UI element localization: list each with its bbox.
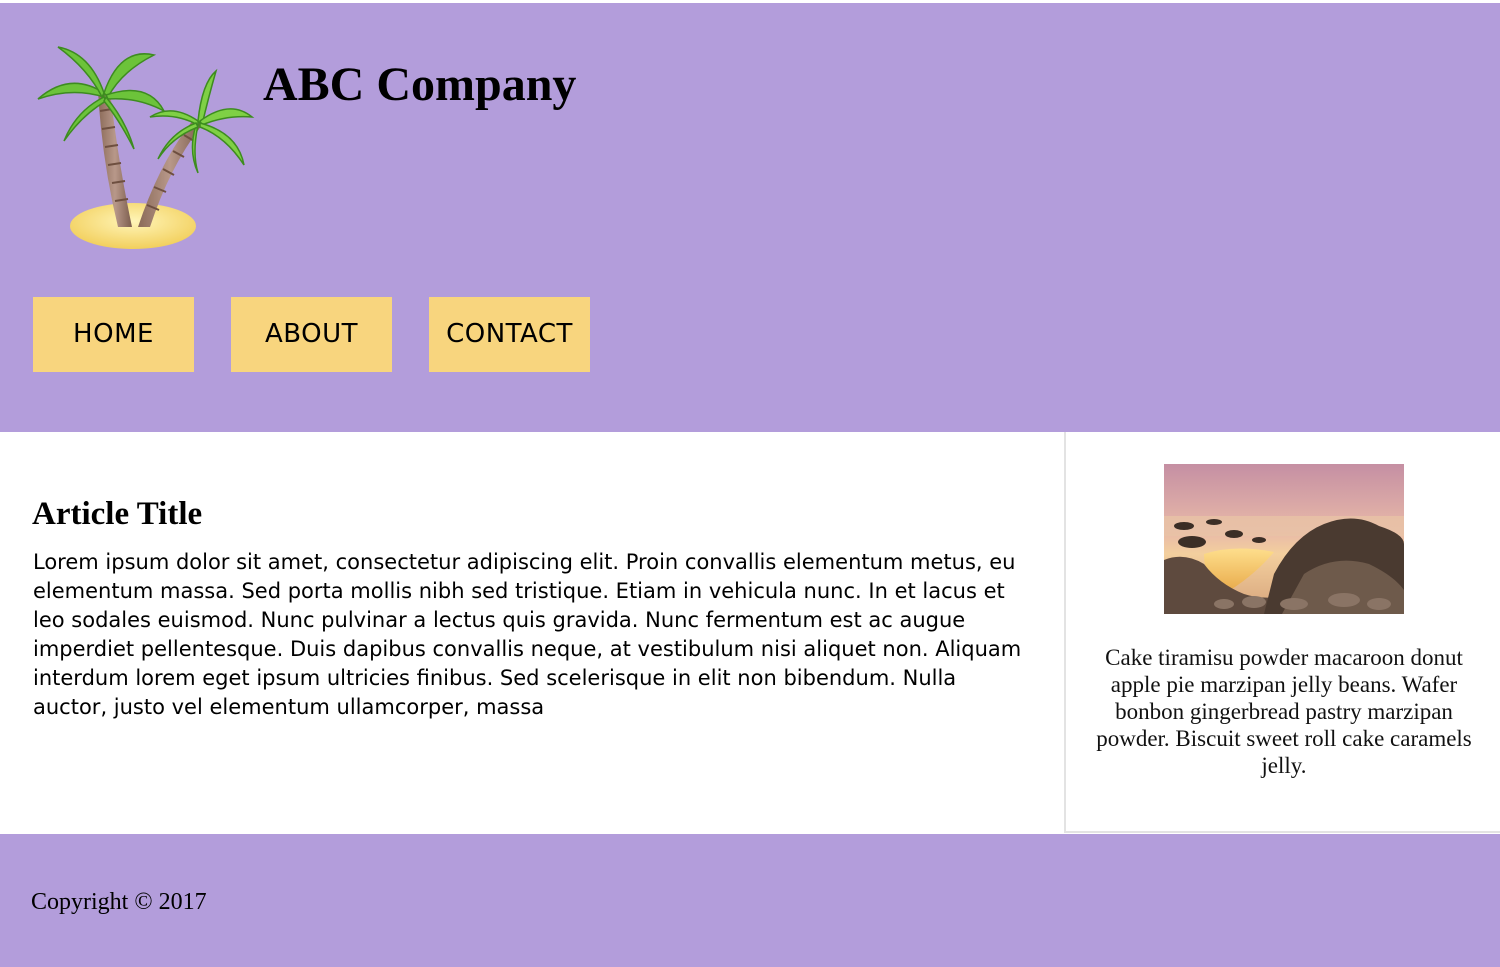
main-nav: HOME ABOUT CONTACT xyxy=(33,297,590,372)
nav-contact-button[interactable]: CONTACT xyxy=(429,297,590,372)
site-header: ABC Company HOME ABOUT CONTACT xyxy=(0,3,1500,432)
sidebar: Cake tiramisu powder macaroon donut appl… xyxy=(1064,432,1500,833)
coastal-rocks-sunset-photo xyxy=(1164,464,1404,614)
article-title: Article Title xyxy=(32,496,203,532)
site-title: ABC Company xyxy=(263,58,577,111)
site-footer: Copyright © 2017 xyxy=(0,834,1500,967)
palm-tree-island-icon xyxy=(37,46,255,249)
nav-home-button[interactable]: HOME xyxy=(33,297,194,372)
copyright-text: Copyright © 2017 xyxy=(31,889,207,915)
article-body: Lorem ipsum dolor sit amet, consectetur … xyxy=(33,550,1022,719)
nav-about-button[interactable]: ABOUT xyxy=(231,297,392,372)
sidebar-text: Cake tiramisu powder macaroon donut appl… xyxy=(1096,645,1472,778)
